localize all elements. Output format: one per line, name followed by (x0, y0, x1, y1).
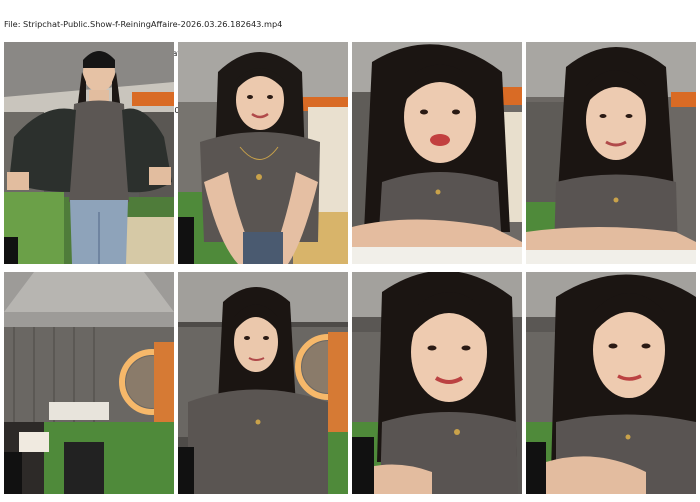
thumbnail-1-scene (4, 42, 174, 264)
video-thumbnail-6[interactable] (178, 272, 348, 494)
video-thumbnail-5[interactable] (4, 272, 174, 494)
thumbnail-2-scene (178, 42, 348, 264)
video-thumbnail-2[interactable] (178, 42, 348, 264)
file-name-line: File: Stripchat-Public.Show-f-ReiningAff… (4, 19, 283, 29)
thumbnail-4-scene (526, 42, 696, 264)
video-thumbnail-7[interactable] (352, 272, 522, 494)
video-thumbnail-1[interactable] (4, 42, 174, 264)
video-thumbnail-3[interactable] (352, 42, 522, 264)
video-thumbnail-8[interactable] (526, 272, 696, 494)
thumbnail-5-scene (4, 272, 174, 494)
thumbnail-3-scene (352, 42, 522, 264)
video-thumbnail-4[interactable] (526, 42, 696, 264)
thumbnail-6-scene (178, 272, 348, 494)
thumbnail-8-scene (526, 272, 696, 494)
thumbnail-7-scene (352, 272, 522, 494)
file-info-header: File: Stripchat-Public.Show-f-ReiningAff… (4, 1, 696, 114)
